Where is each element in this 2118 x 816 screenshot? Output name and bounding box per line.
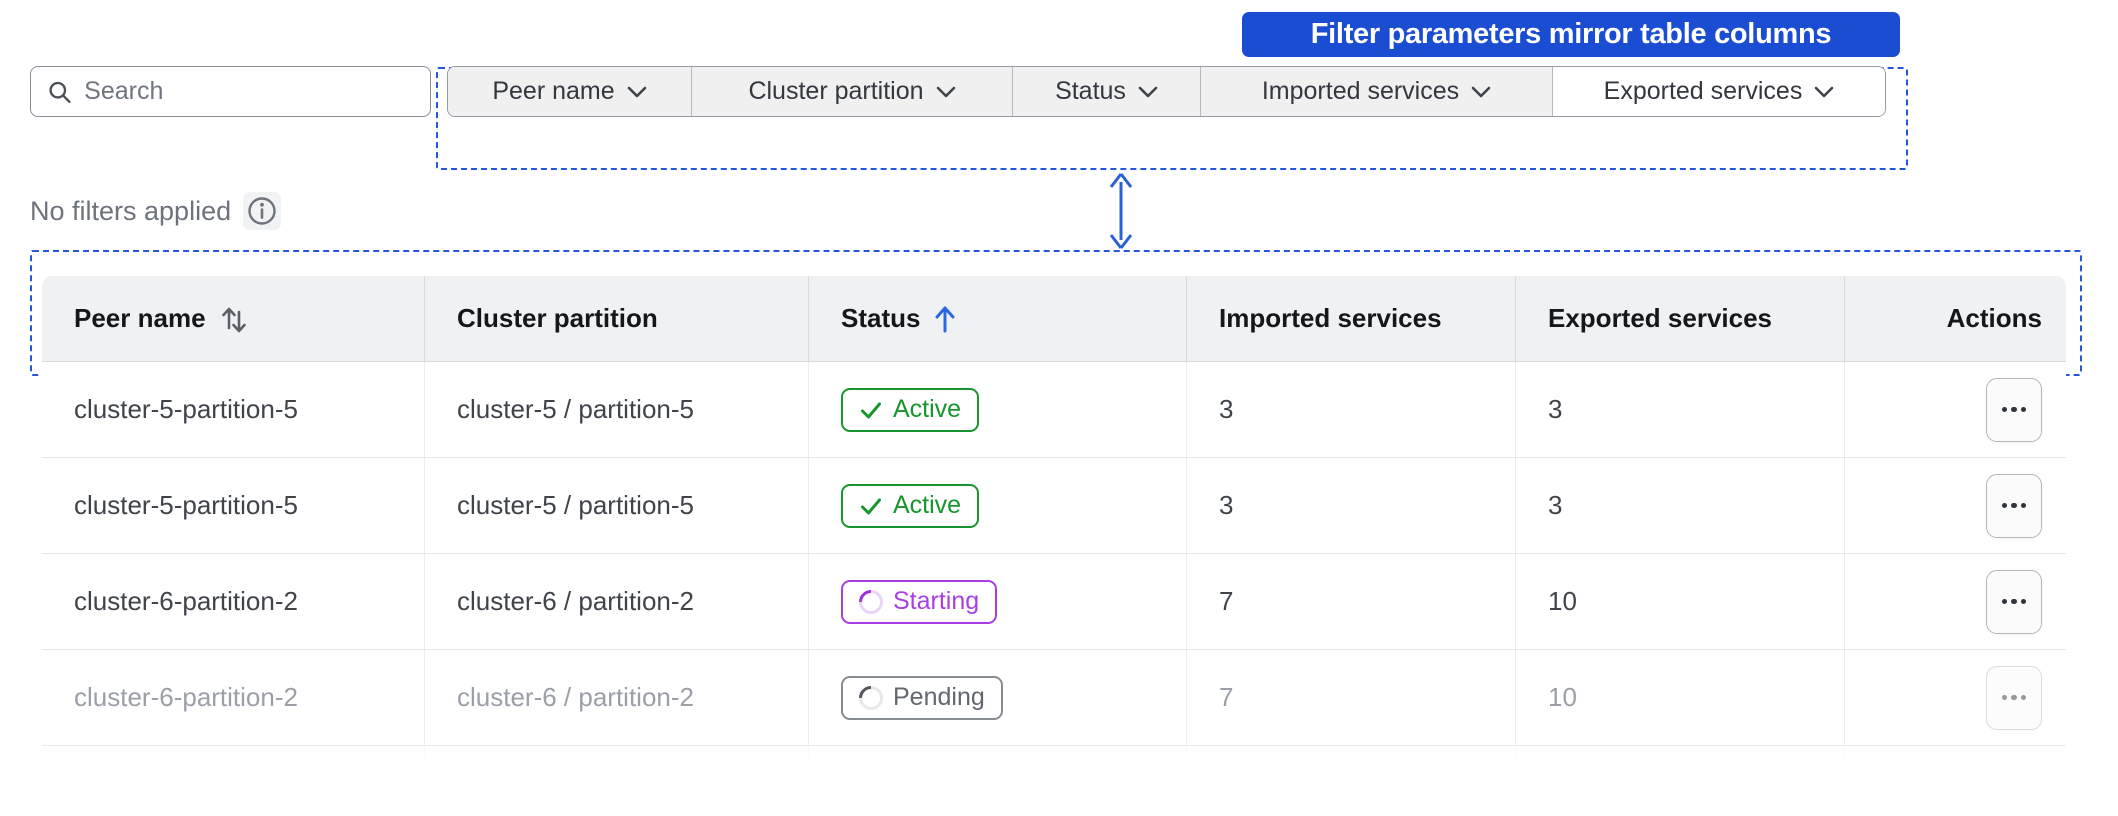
table-bottom-fade bbox=[42, 742, 2066, 776]
cell-status: Active bbox=[809, 362, 1187, 457]
filter-label: Exported services bbox=[1603, 77, 1803, 105]
sort-up-icon bbox=[935, 306, 955, 332]
table-row: cluster-5-partition-5 cluster-5 / partit… bbox=[42, 362, 2066, 458]
cell-exported-services: 10 bbox=[1516, 650, 1845, 745]
column-label: Imported services bbox=[1219, 303, 1442, 333]
chevron-down-icon bbox=[627, 86, 646, 97]
chevron-down-icon bbox=[936, 86, 955, 97]
filter-imported-services[interactable]: Imported services bbox=[1201, 67, 1553, 116]
column-header-peer-name[interactable]: Peer name bbox=[42, 276, 425, 361]
status-label: Starting bbox=[893, 587, 980, 615]
row-actions-button[interactable] bbox=[1986, 665, 2042, 730]
cell-status: Pending bbox=[809, 650, 1187, 745]
cell-exported-services: 3 bbox=[1516, 362, 1845, 457]
table-row: cluster-6-partition-2 cluster-6 / partit… bbox=[42, 554, 2066, 650]
spinner-icon bbox=[854, 680, 888, 715]
row-actions-button[interactable] bbox=[1986, 377, 2042, 442]
column-label: Peer name bbox=[74, 303, 206, 333]
table-header-row: Peer name Cluster partition Status Impor… bbox=[42, 276, 2066, 362]
cell-cluster-partition: cluster-6 / partition-2 bbox=[425, 650, 809, 745]
chevron-down-icon bbox=[1471, 86, 1491, 97]
ellipsis-icon bbox=[2001, 694, 2008, 701]
chevron-down-icon bbox=[1815, 86, 1834, 97]
status-badge: Pending bbox=[841, 675, 1003, 720]
status-badge: Active bbox=[841, 387, 980, 432]
ellipsis-icon bbox=[2001, 598, 2008, 605]
cell-actions bbox=[1845, 650, 2066, 745]
column-header-exported-services[interactable]: Exported services bbox=[1516, 276, 1845, 361]
column-header-cluster-partition[interactable]: Cluster partition bbox=[425, 276, 809, 361]
table-row: cluster-6-partition-2 cluster-6 / partit… bbox=[42, 650, 2066, 746]
cell-peer-name: cluster-5-partition-5 bbox=[42, 458, 425, 553]
ellipsis-icon bbox=[2001, 502, 2008, 509]
cell-actions bbox=[1845, 458, 2066, 553]
cell-peer-name: cluster-6-partition-2 bbox=[42, 554, 425, 649]
annotation-callout-label: Filter parameters mirror table columns bbox=[1310, 18, 1832, 50]
search-input[interactable] bbox=[84, 77, 414, 106]
chevron-down-icon bbox=[1138, 86, 1158, 97]
annotation-callout: Filter parameters mirror table columns bbox=[1242, 12, 1900, 57]
cell-actions bbox=[1845, 554, 2066, 649]
cell-actions bbox=[1845, 362, 2066, 457]
column-header-actions: Actions bbox=[1845, 276, 2066, 361]
filter-bar: Peer name Cluster partition Status Impor… bbox=[447, 66, 1886, 117]
status-label: Active bbox=[893, 395, 962, 423]
filter-peer-name[interactable]: Peer name bbox=[448, 67, 692, 116]
cell-status: Active bbox=[809, 458, 1187, 553]
cell-imported-services: 7 bbox=[1187, 650, 1516, 745]
filter-label: Status bbox=[1055, 77, 1126, 105]
status-badge: Active bbox=[841, 483, 980, 528]
peers-table: Peer name Cluster partition Status Impor… bbox=[42, 276, 2066, 770]
column-header-status[interactable]: Status bbox=[809, 276, 1187, 361]
filter-cluster-partition[interactable]: Cluster partition bbox=[692, 67, 1013, 116]
double-arrow-icon bbox=[1109, 173, 1133, 249]
filter-label: Cluster partition bbox=[748, 77, 924, 105]
row-actions-button[interactable] bbox=[1986, 569, 2042, 634]
table-row: cluster-5-partition-5 cluster-5 / partit… bbox=[42, 458, 2066, 554]
cell-exported-services: 3 bbox=[1516, 458, 1845, 553]
cell-cluster-partition: cluster-5 / partition-5 bbox=[425, 362, 809, 457]
filter-label: Peer name bbox=[492, 77, 615, 105]
search-box[interactable] bbox=[30, 66, 431, 117]
cell-imported-services: 3 bbox=[1187, 458, 1516, 553]
status-label: Active bbox=[893, 491, 962, 519]
table-body: cluster-5-partition-5 cluster-5 / partit… bbox=[42, 362, 2066, 746]
cell-exported-services: 10 bbox=[1516, 554, 1845, 649]
column-label: Actions bbox=[1946, 303, 2042, 333]
filter-exported-services[interactable]: Exported services bbox=[1553, 67, 1885, 116]
sort-both-icon bbox=[221, 307, 246, 332]
row-actions-button[interactable] bbox=[1986, 473, 2042, 538]
column-label: Cluster partition bbox=[457, 303, 658, 333]
cell-cluster-partition: cluster-5 / partition-5 bbox=[425, 458, 809, 553]
cell-cluster-partition: cluster-6 / partition-2 bbox=[425, 554, 809, 649]
column-header-imported-services[interactable]: Imported services bbox=[1187, 276, 1516, 361]
cell-peer-name: cluster-5-partition-5 bbox=[42, 362, 425, 457]
cell-peer-name: cluster-6-partition-2 bbox=[42, 650, 425, 745]
info-circle-icon bbox=[248, 197, 276, 225]
column-label: Exported services bbox=[1548, 303, 1773, 333]
check-icon bbox=[859, 398, 883, 422]
info-icon[interactable] bbox=[243, 192, 282, 230]
cell-imported-services: 7 bbox=[1187, 554, 1516, 649]
spinner-icon bbox=[854, 584, 888, 619]
check-icon bbox=[859, 494, 883, 518]
search-icon bbox=[49, 81, 71, 103]
cell-imported-services: 3 bbox=[1187, 362, 1516, 457]
filter-status-line: No filters applied bbox=[30, 192, 282, 230]
filter-status[interactable]: Status bbox=[1013, 67, 1201, 116]
no-filters-text: No filters applied bbox=[30, 195, 232, 226]
column-label: Status bbox=[841, 303, 921, 333]
filter-label: Imported services bbox=[1261, 77, 1460, 105]
page: Filter parameters mirror table columns P… bbox=[0, 0, 2118, 816]
status-label: Pending bbox=[893, 683, 985, 711]
ellipsis-icon bbox=[2001, 406, 2008, 413]
cell-status: Starting bbox=[809, 554, 1187, 649]
status-badge: Starting bbox=[841, 579, 998, 624]
